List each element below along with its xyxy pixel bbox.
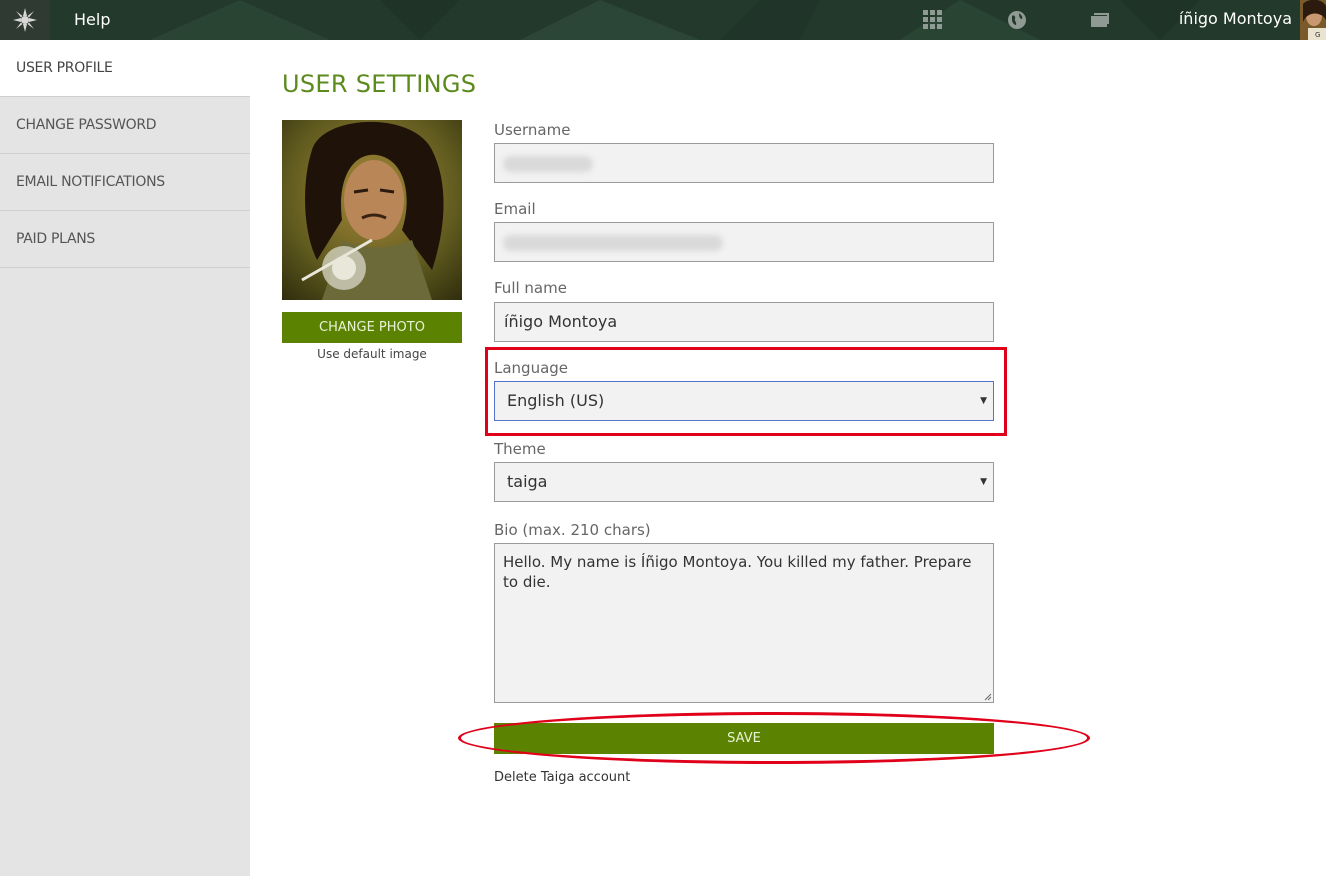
- redacted-value: [503, 156, 593, 172]
- username-field[interactable]: [494, 143, 994, 183]
- delete-account-link[interactable]: Delete Taiga account: [494, 770, 630, 785]
- theme-label: Theme: [494, 440, 546, 458]
- resize-grip-icon[interactable]: [984, 693, 992, 701]
- bio-label: Bio (max. 210 chars): [494, 521, 651, 539]
- folder-icon[interactable]: [1089, 9, 1111, 31]
- email-field[interactable]: [494, 222, 994, 262]
- bio-textarea[interactable]: Hello. My name is Íñigo Montoya. You kil…: [494, 543, 994, 703]
- redacted-value: [503, 235, 723, 251]
- username-label: Username: [494, 121, 571, 139]
- theme-select[interactable]: taiga ▼: [494, 462, 994, 502]
- svg-text:G: G: [1315, 31, 1320, 39]
- language-select[interactable]: English (US) ▼: [494, 381, 994, 421]
- save-button[interactable]: SAVE: [494, 723, 994, 754]
- language-selected-value: English (US): [507, 391, 605, 410]
- fullname-field[interactable]: íñigo Montoya: [494, 302, 994, 342]
- avatar[interactable]: G: [1300, 0, 1326, 40]
- taiga-logo-icon[interactable]: [0, 0, 50, 40]
- email-label: Email: [494, 200, 536, 218]
- grid-icon[interactable]: [922, 9, 944, 31]
- fullname-label: Full name: [494, 279, 567, 297]
- profile-photo: [282, 120, 462, 300]
- page-title: USER SETTINGS: [282, 70, 477, 98]
- top-navigation-bar: Help íñigo Montoya G: [0, 0, 1326, 40]
- sidebar-item-user-profile[interactable]: USER PROFILE: [0, 40, 250, 97]
- language-label: Language: [494, 359, 569, 377]
- bio-text: Hello. My name is Íñigo Montoya. You kil…: [503, 553, 972, 591]
- sidebar-item-paid-plans[interactable]: PAID PLANS: [0, 211, 250, 268]
- help-link[interactable]: Help: [74, 10, 110, 29]
- use-default-image-link[interactable]: Use default image: [282, 347, 462, 361]
- change-photo-button[interactable]: CHANGE PHOTO: [282, 312, 462, 343]
- sidebar-item-email-notifications[interactable]: EMAIL NOTIFICATIONS: [0, 154, 250, 211]
- sidebar-item-change-password[interactable]: CHANGE PASSWORD: [0, 97, 250, 154]
- user-name[interactable]: íñigo Montoya: [1179, 9, 1292, 28]
- chevron-down-icon: ▼: [980, 477, 987, 487]
- chevron-down-icon: ▼: [980, 396, 987, 406]
- theme-selected-value: taiga: [507, 472, 548, 491]
- globe-icon[interactable]: [1006, 9, 1028, 31]
- sidebar: USER PROFILE CHANGE PASSWORD EMAIL NOTIF…: [0, 40, 250, 876]
- topbar-background-pattern: [150, 0, 1200, 40]
